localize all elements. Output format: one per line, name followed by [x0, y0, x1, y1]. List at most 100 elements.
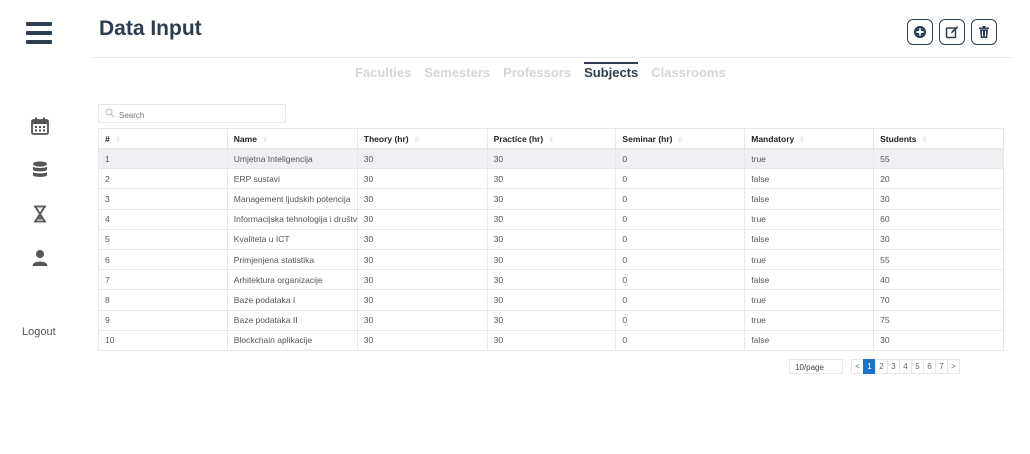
cell-mandatory: false	[744, 269, 875, 291]
table-row[interactable]: 10 Blockchain aplikacije 30 30 0 false 30	[98, 329, 1004, 351]
delete-button[interactable]	[971, 19, 997, 45]
cell-theory: 30	[357, 208, 488, 230]
cell-mandatory: false	[744, 168, 875, 190]
subjects-table: # ⇳ Name ⇳ Theory (hr) ⇳ Practice (hr) ⇳ Sem…	[98, 128, 1004, 351]
cell-students: 60	[873, 208, 1004, 230]
column-header-name[interactable]: Name ⇳	[226, 128, 358, 149]
hourglass-icon[interactable]	[30, 204, 50, 224]
cell-name: Primjenjena statistika	[227, 248, 358, 271]
table-row[interactable]: 2 ERP sustavi 30 30 0 false 20	[98, 168, 1004, 190]
tab-subjects[interactable]: Subjects	[584, 62, 639, 80]
cell-students: 75	[873, 309, 1004, 331]
cell-number: 6	[98, 248, 228, 271]
sort-icon: ⇳	[114, 136, 121, 144]
table-row[interactable]: 7 Arhitektura organizacije 30 30 0 false 40	[98, 269, 1004, 291]
tab-professors[interactable]: Professors	[503, 62, 571, 80]
toolbar	[907, 19, 997, 45]
cell-mandatory: true	[744, 208, 875, 230]
cell-number: 10	[98, 329, 228, 351]
cell-practice: 30	[487, 147, 617, 170]
cell-number: 9	[98, 309, 228, 331]
table-row[interactable]: 3 Management ljudskih potencija 30 30 0 false…	[98, 188, 1004, 210]
cell-practice: 30	[487, 248, 617, 271]
cell-students: 40	[873, 269, 1004, 291]
add-icon	[914, 26, 926, 38]
cell-practice: 30	[487, 188, 617, 210]
cell-students: 55	[873, 147, 1004, 170]
edit-icon	[945, 26, 959, 39]
cell-students: 30	[873, 228, 1004, 250]
cell-theory: 30	[357, 329, 488, 351]
table-row[interactable]: 8 Baze podataka I 30 30 0 true 70	[98, 289, 1004, 311]
cell-practice: 30	[487, 329, 617, 351]
cell-mandatory: true	[744, 147, 875, 170]
next-page-button[interactable]: >	[947, 359, 960, 374]
cell-seminar: 0	[615, 309, 746, 331]
table-header-row: # ⇳ Name ⇳ Theory (hr) ⇳ Practice (hr) ⇳ Sem…	[98, 128, 1004, 149]
cell-practice: 30	[487, 228, 617, 250]
calendar-icon[interactable]	[30, 116, 50, 136]
trash-icon	[979, 26, 989, 38]
cell-name: Baze podataka I	[227, 289, 358, 311]
cell-seminar: 0	[615, 228, 746, 250]
table-row[interactable]: 5 Kvaliteta u ICT 30 30 0 false 30	[98, 228, 1004, 250]
pagination: < 1 2 3 4 5 6 7 >	[851, 359, 960, 374]
page-title: Data Input	[99, 17, 202, 40]
cell-students: 30	[873, 188, 1004, 210]
cell-number: 5	[98, 228, 228, 250]
edit-button[interactable]	[939, 19, 965, 45]
cell-seminar: 0	[615, 329, 746, 351]
sort-icon: ⇳	[413, 136, 420, 144]
tab-faculties[interactable]: Faculties	[355, 62, 411, 80]
column-header-mandatory[interactable]: Mandatory ⇳	[744, 128, 875, 149]
cell-seminar: 0	[615, 269, 746, 291]
search-input[interactable]	[98, 104, 286, 123]
column-header-theory[interactable]: Theory (hr) ⇳	[356, 128, 488, 149]
database-icon[interactable]	[30, 160, 50, 180]
column-header-number[interactable]: # ⇳	[98, 128, 228, 149]
cell-mandatory: false	[744, 228, 875, 250]
tab-semesters[interactable]: Semesters	[424, 62, 490, 80]
cell-name: Umjetna Inteligencija	[227, 147, 358, 170]
cell-number: 2	[98, 168, 228, 190]
cell-seminar: 0	[615, 188, 746, 210]
cell-practice: 30	[487, 168, 617, 190]
hamburger-menu-icon[interactable]	[26, 22, 52, 46]
cell-number: 1	[98, 147, 228, 170]
cell-number: 8	[98, 289, 228, 311]
cell-practice: 30	[487, 289, 617, 311]
cell-seminar: 0	[615, 208, 746, 230]
cell-seminar: 0	[615, 289, 746, 311]
page-size-select[interactable]: 10/page	[789, 359, 843, 374]
table-row[interactable]: 4 Informacijska tehnologija i društvo 30 30…	[98, 208, 1004, 230]
user-icon[interactable]	[30, 248, 50, 268]
sidebar: Logout	[0, 0, 82, 454]
cell-students: 30	[873, 329, 1004, 351]
add-button[interactable]	[907, 19, 933, 45]
cell-name: Kvaliteta u ICT	[227, 228, 358, 250]
tab-classrooms[interactable]: Classrooms	[651, 62, 725, 80]
cell-number: 4	[98, 208, 228, 230]
table-row[interactable]: 6 Primjenjena statistika 30 30 0 true 55	[98, 248, 1004, 271]
cell-name: Baze podataka II	[227, 309, 358, 331]
column-header-seminar[interactable]: Seminar (hr) ⇳	[615, 128, 746, 149]
cell-theory: 30	[357, 228, 488, 250]
cell-theory: 30	[357, 188, 488, 210]
table-row[interactable]: 9 Baze podataka II 30 30 0 true 75	[98, 309, 1004, 331]
tab-bar: Faculties Semesters Professors Subjects …	[355, 62, 726, 80]
cell-name: ERP sustavi	[227, 168, 358, 190]
cell-mandatory: false	[744, 329, 875, 351]
cell-theory: 30	[357, 289, 488, 311]
cell-seminar: 0	[615, 248, 746, 271]
cell-practice: 30	[487, 309, 617, 331]
cell-practice: 30	[487, 208, 617, 230]
cell-mandatory: true	[744, 248, 875, 271]
cell-mandatory: true	[744, 309, 875, 331]
column-header-students[interactable]: Students ⇳	[873, 128, 1004, 149]
table-body: 1 Umjetna Inteligencija 30 30 0 true 55 2 ERP su…	[98, 147, 1004, 351]
cell-practice: 30	[487, 269, 617, 291]
table-row[interactable]: 1 Umjetna Inteligencija 30 30 0 true 55	[98, 147, 1004, 170]
cell-students: 70	[873, 289, 1004, 311]
logout-link[interactable]: Logout	[22, 326, 56, 338]
column-header-practice[interactable]: Practice (hr) ⇳	[486, 128, 617, 149]
